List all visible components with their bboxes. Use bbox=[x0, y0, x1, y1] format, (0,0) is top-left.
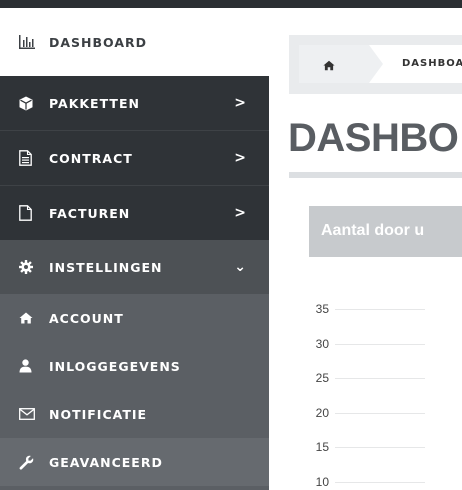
y-tick-label: 15 bbox=[315, 440, 329, 455]
gridline bbox=[335, 309, 425, 310]
breadcrumb-current[interactable]: DASHBOA bbox=[402, 58, 462, 69]
chevron-right-icon: > bbox=[234, 95, 247, 111]
breadcrumb-home[interactable] bbox=[299, 45, 369, 83]
gridline bbox=[335, 343, 425, 345]
file-icon bbox=[19, 205, 41, 221]
breadcrumb-bar: DASHBOA bbox=[299, 45, 462, 83]
user-icon bbox=[19, 359, 41, 373]
sidebar-item-facturen[interactable]: FACTUREN > bbox=[0, 186, 269, 240]
panel-title: Aantal door u bbox=[321, 222, 425, 239]
breadcrumb: DASHBOA bbox=[289, 35, 462, 94]
y-tick-label: 10 bbox=[315, 475, 329, 489]
chevron-right-icon: > bbox=[234, 205, 247, 221]
sidebar-item-label: NOTIFICATIE bbox=[49, 406, 148, 422]
wrench-icon bbox=[19, 455, 41, 470]
sidebar-item-label: ACCOUNT bbox=[49, 310, 124, 326]
sidebar-item-pakketten[interactable]: PAKKETTEN > bbox=[0, 76, 269, 130]
gear-icon bbox=[19, 260, 41, 274]
sidebar-subitem-geavanceerd[interactable]: GEAVANCEERD bbox=[0, 438, 269, 486]
y-tick-label: 30 bbox=[315, 336, 329, 351]
breadcrumb-separator bbox=[369, 45, 383, 83]
title-divider bbox=[289, 172, 462, 178]
sidebar-item-label: FACTUREN bbox=[49, 205, 131, 221]
cube-icon bbox=[19, 96, 41, 111]
sidebar-item-label: GEAVANCEERD bbox=[49, 454, 163, 470]
home-icon bbox=[19, 312, 41, 324]
bar-chart-icon bbox=[19, 35, 41, 49]
sidebar-item-instellingen[interactable]: INSTELLINGEN ⌄ bbox=[0, 240, 269, 294]
sidebar-item-label: PAKKETTEN bbox=[49, 95, 140, 111]
sidebar-item-label: INSTELLINGEN bbox=[49, 259, 163, 275]
chevron-right-icon: > bbox=[234, 150, 247, 166]
sidebar-subitem-inloggegevens[interactable]: INLOGGEGEVENS bbox=[0, 342, 269, 390]
sidebar: DASHBOARD PAKKETTEN > CONTRACT > FACTURE… bbox=[0, 8, 269, 490]
gridline bbox=[335, 482, 425, 483]
panel-header: Aantal door u bbox=[309, 206, 462, 257]
sidebar-subitem-account[interactable]: ACCOUNT bbox=[0, 294, 269, 342]
document-icon bbox=[19, 150, 41, 166]
y-tick-label: 20 bbox=[315, 405, 329, 420]
sidebar-item-contract[interactable]: CONTRACT > bbox=[0, 131, 269, 185]
home-icon bbox=[323, 56, 335, 75]
gridline bbox=[335, 378, 425, 380]
chevron-down-icon: ⌄ bbox=[234, 259, 247, 275]
y-tick-label: 25 bbox=[315, 371, 329, 386]
sidebar-item-label: DASHBOARD bbox=[49, 34, 148, 50]
top-bar bbox=[0, 0, 462, 8]
main-content: DASHBOA DASHBO Aantal door u 35 30 25 20 15 1… bbox=[269, 8, 462, 490]
sidebar-subitem-notificatie[interactable]: NOTIFICATIE bbox=[0, 390, 269, 438]
gridline bbox=[335, 447, 425, 449]
sidebar-item-dashboard[interactable]: DASHBOARD bbox=[0, 8, 269, 76]
sidebar-item-label: CONTRACT bbox=[49, 150, 133, 166]
page-title: DASHBO bbox=[288, 116, 459, 160]
envelope-icon bbox=[19, 408, 41, 420]
sidebar-item-label: INLOGGEGEVENS bbox=[49, 358, 181, 374]
y-tick-label: 35 bbox=[315, 302, 329, 316]
gridline bbox=[335, 412, 425, 414]
